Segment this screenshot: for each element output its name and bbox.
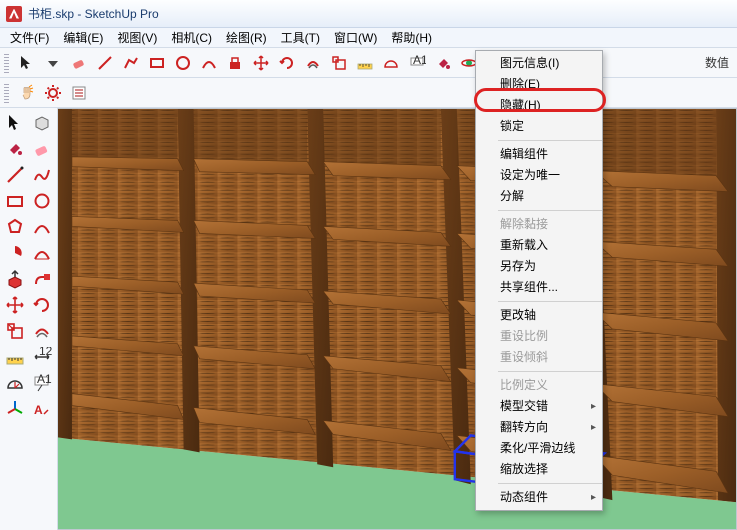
ctx-share-component[interactable]: 共享组件...: [476, 277, 602, 298]
ctx-flip[interactable]: 翻转方向: [476, 417, 602, 438]
paintbucket-icon[interactable]: [1, 136, 28, 162]
interact-tool-icon[interactable]: [15, 81, 39, 105]
ctx-change-axes[interactable]: 更改轴: [476, 305, 602, 326]
pie-tool-icon[interactable]: [1, 240, 28, 266]
3dtext-tool-icon[interactable]: A: [28, 396, 55, 422]
context-separator: [498, 301, 602, 302]
polygon-tool-icon[interactable]: [1, 214, 28, 240]
rectangle-tool-icon[interactable]: [1, 188, 28, 214]
menu-window[interactable]: 窗口(W): [328, 27, 383, 48]
list-tool-icon[interactable]: [67, 81, 91, 105]
ctx-delete[interactable]: 删除(E): [476, 74, 602, 95]
context-separator: [498, 210, 602, 211]
ctx-soften[interactable]: 柔化/平滑边线: [476, 438, 602, 459]
tool-palette: 12 A1 A: [0, 108, 58, 530]
ctx-reset-skew: 重设倾斜: [476, 347, 602, 368]
options-gear-icon[interactable]: [41, 81, 65, 105]
content-area: 12 A1 A: [0, 108, 737, 530]
offset-tool-icon[interactable]: [28, 318, 55, 344]
pushpull-tool-icon[interactable]: [1, 266, 28, 292]
title-bar: 书柜.skp - SketchUp Pro: [0, 0, 737, 28]
arc-tool-icon[interactable]: [28, 214, 55, 240]
move-tool-icon[interactable]: [1, 292, 28, 318]
move-tool-icon[interactable]: [249, 51, 273, 75]
scale-tool-icon[interactable]: [1, 318, 28, 344]
scale-tool-icon[interactable]: [327, 51, 351, 75]
line-red-icon[interactable]: [93, 51, 117, 75]
menu-edit[interactable]: 编辑(E): [57, 27, 109, 48]
3d-viewport[interactable]: [58, 108, 737, 530]
dimension-tool-icon[interactable]: 12: [28, 344, 55, 370]
menu-view[interactable]: 视图(V): [111, 27, 163, 48]
ctx-zoom-selection[interactable]: 缩放选择: [476, 459, 602, 480]
window-title: 书柜.skp - SketchUp Pro: [28, 5, 159, 22]
eraser-pink-icon[interactable]: [67, 51, 91, 75]
svg-text:A: A: [34, 403, 43, 417]
offset-tool-icon[interactable]: [301, 51, 325, 75]
ctx-intersect[interactable]: 模型交错: [476, 396, 602, 417]
ctx-hide[interactable]: 隐藏(H): [476, 95, 602, 116]
context-separator: [498, 483, 602, 484]
rotate-tool-icon[interactable]: [28, 292, 55, 318]
protractor-tool-icon[interactable]: [379, 51, 403, 75]
text-label-icon[interactable]: A1: [28, 370, 55, 396]
ctx-reset-scale: 重设比例: [476, 326, 602, 347]
select-tool-icon[interactable]: [1, 110, 28, 136]
secondary-toolbar: [0, 78, 737, 108]
pushpull-icon[interactable]: [223, 51, 247, 75]
main-toolbar: A1 数值: [0, 48, 737, 78]
circle-icon[interactable]: [171, 51, 195, 75]
rotate-tool-icon[interactable]: [275, 51, 299, 75]
ctx-save-as[interactable]: 另存为: [476, 256, 602, 277]
ctx-lock[interactable]: 锁定: [476, 116, 602, 137]
make-component-icon[interactable]: [28, 110, 55, 136]
text-tool-icon[interactable]: A1: [405, 51, 429, 75]
context-menu: 图元信息(I) 删除(E) 隐藏(H) 锁定 编辑组件 设定为唯一 分解 解除黏…: [475, 50, 603, 511]
menu-camera[interactable]: 相机(C): [165, 27, 218, 48]
axes-tool-icon[interactable]: [1, 396, 28, 422]
value-label: 数值: [701, 54, 733, 71]
menu-bar: 文件(F) 编辑(E) 视图(V) 相机(C) 绘图(R) 工具(T) 窗口(W…: [0, 28, 737, 48]
svg-text:A1: A1: [37, 373, 52, 386]
sketchup-app-icon: [6, 6, 22, 22]
menu-draw[interactable]: 绘图(R): [220, 27, 273, 48]
ctx-edit-component[interactable]: 编辑组件: [476, 144, 602, 165]
freehand-tool-icon[interactable]: [28, 162, 55, 188]
poly-icon[interactable]: [119, 51, 143, 75]
ctx-make-unique[interactable]: 设定为唯一: [476, 165, 602, 186]
context-separator: [498, 140, 602, 141]
svg-text:12: 12: [39, 347, 52, 358]
toolbar-grip[interactable]: [4, 53, 9, 73]
rectangle-icon[interactable]: [145, 51, 169, 75]
svg-text:A1: A1: [413, 54, 426, 67]
followme-tool-icon[interactable]: [28, 266, 55, 292]
ctx-dynamic-components[interactable]: 动态组件: [476, 487, 602, 508]
ctx-entity-info[interactable]: 图元信息(I): [476, 53, 602, 74]
dropdown-icon[interactable]: [41, 51, 65, 75]
ctx-reload[interactable]: 重新载入: [476, 235, 602, 256]
select-tool-icon[interactable]: [15, 51, 39, 75]
line-tool-icon[interactable]: [1, 162, 28, 188]
menu-tools[interactable]: 工具(T): [275, 27, 326, 48]
ctx-scale-definition: 比例定义: [476, 375, 602, 396]
arc-icon[interactable]: [197, 51, 221, 75]
toolbar-grip[interactable]: [4, 83, 9, 103]
paintbucket-tool-icon[interactable]: [431, 51, 455, 75]
circle-tool-icon[interactable]: [28, 188, 55, 214]
tape-tool-icon[interactable]: [353, 51, 377, 75]
context-separator: [498, 371, 602, 372]
3darc-tool-icon[interactable]: [28, 240, 55, 266]
eraser-icon[interactable]: [28, 136, 55, 162]
tape-tool-icon[interactable]: [1, 344, 28, 370]
menu-file[interactable]: 文件(F): [4, 27, 55, 48]
menu-help[interactable]: 帮助(H): [385, 27, 438, 48]
ctx-explode[interactable]: 分解: [476, 186, 602, 207]
protractor-tool-icon[interactable]: [1, 370, 28, 396]
ctx-unglue: 解除黏接: [476, 214, 602, 235]
